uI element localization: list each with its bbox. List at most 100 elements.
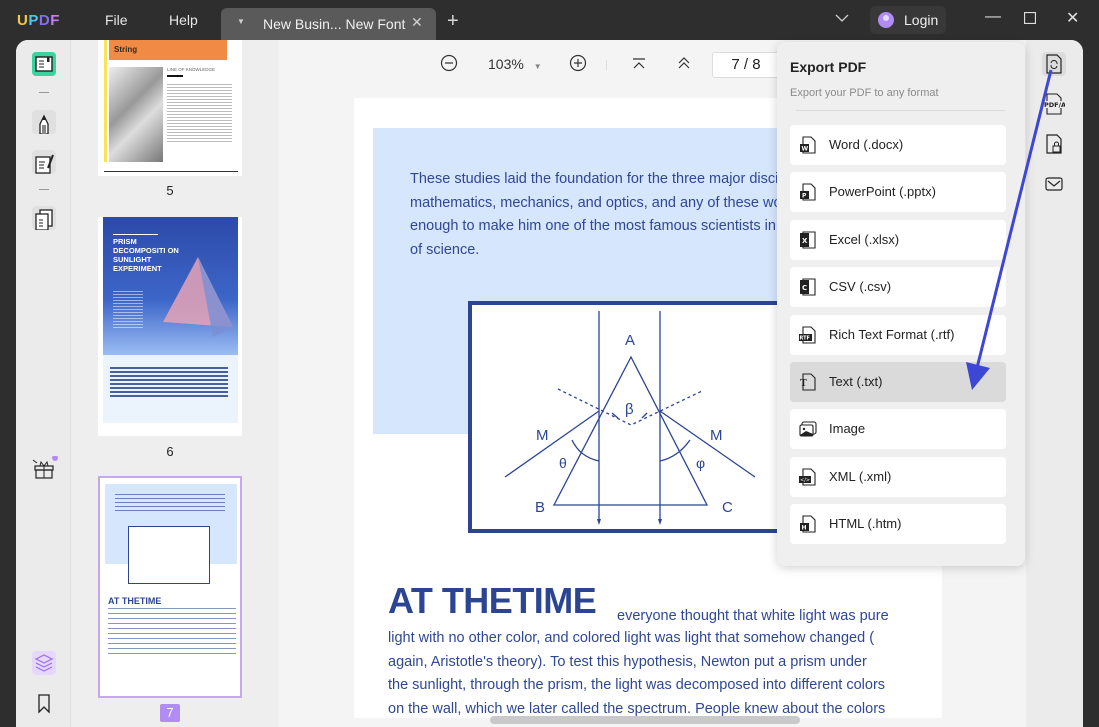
zoom-level-value: 103% — [488, 56, 524, 72]
export-option-text[interactable]: T Text (.txt) — [790, 362, 1006, 402]
export-option-label: XML (.xml) — [829, 468, 892, 484]
organize-pages-icon[interactable] — [32, 206, 56, 231]
paragraph-body: light with no other color, and colored l… — [388, 627, 942, 718]
layers-icon[interactable] — [32, 651, 56, 675]
thumb-heading: AT THETIME — [108, 596, 162, 606]
export-option-label: HTML (.htm) — [829, 516, 902, 532]
pdfa-text: PDF/A — [1044, 101, 1065, 109]
minimize-button[interactable]: — — [985, 8, 1001, 26]
zoom-level-select[interactable]: 103% ▼ — [488, 56, 542, 72]
document-tab[interactable]: ▼ New Busin... New Font ✕ — [221, 8, 436, 40]
csv-icon: C — [800, 278, 816, 296]
right-toolbar: PDF/A — [1026, 40, 1083, 727]
updf-logo: UPDF — [17, 12, 60, 29]
html-icon: H — [800, 515, 816, 533]
logo-letter: U — [17, 12, 29, 29]
export-option-html[interactable]: H HTML (.htm) — [790, 504, 1006, 545]
login-button[interactable]: Login — [870, 6, 946, 34]
svg-text:T: T — [800, 379, 807, 389]
export-option-label: CSV (.csv) — [829, 279, 892, 295]
close-window-button[interactable]: ✕ — [1066, 8, 1079, 28]
thumbnail-page-5[interactable]: String LINE OF KNOWLEDGE — [98, 40, 242, 176]
bookmark-icon[interactable] — [32, 692, 56, 716]
tab-title: New Busin... New Font — [263, 16, 406, 32]
svg-text:X: X — [802, 237, 808, 245]
horizontal-scrollbar[interactable] — [490, 716, 800, 724]
export-pdf-icon[interactable] — [1042, 52, 1066, 76]
menu-help[interactable]: Help — [169, 12, 198, 28]
word-icon: W — [800, 136, 816, 154]
excel-icon: X — [800, 231, 816, 249]
export-option-label: PowerPoint (.pptx) — [829, 184, 936, 200]
title-bar: UPDF File Help ▼ New Busin... New Font ✕… — [0, 0, 1099, 40]
export-option-label: Rich Text Format (.rtf) — [829, 326, 955, 342]
gift-icon[interactable] — [32, 455, 58, 480]
login-label: Login — [904, 12, 939, 28]
reader-icon[interactable] — [32, 52, 56, 76]
logo-letter: P — [28, 12, 39, 29]
chevron-down-icon[interactable] — [835, 10, 849, 26]
export-option-label: Word (.docx) — [829, 137, 904, 152]
text-line: on the wall, which we later called the s… — [388, 700, 886, 717]
export-option-label: Excel (.xlsx) — [829, 231, 900, 247]
text-line: light with no other color, and colored l… — [388, 630, 875, 646]
zoom-out-icon[interactable] — [440, 54, 458, 76]
thumbnail-panel[interactable]: String LINE OF KNOWLEDGE 5 PRISM DECOMPO… — [72, 40, 277, 727]
export-option-rtf[interactable]: RTF Rich Text Format (.rtf) — [790, 314, 1006, 355]
xml-icon: </> — [799, 468, 816, 486]
svg-text:C: C — [802, 284, 807, 292]
text-line: the sunlight, through the prism, the lig… — [388, 677, 886, 693]
tab-close-icon[interactable]: ✕ — [411, 14, 423, 31]
protect-pdf-icon[interactable] — [1042, 132, 1066, 156]
page-number-5: 5 — [166, 183, 174, 198]
label-m-right: M — [710, 427, 723, 444]
edit-text-icon[interactable] — [32, 150, 56, 174]
export-option-powerpoint[interactable]: P PowerPoint (.pptx) — [790, 172, 1006, 213]
email-icon[interactable] — [1042, 172, 1066, 196]
export-option-word[interactable]: W Word (.docx) — [790, 125, 1006, 165]
page-number-6: 6 — [166, 444, 174, 459]
section-heading: AT THETIME — [388, 580, 597, 621]
first-page-icon[interactable] — [632, 57, 646, 74]
svg-text:H: H — [802, 525, 807, 532]
svg-text:</>: </> — [800, 477, 810, 483]
logo-letter: D — [38, 12, 51, 29]
highlighter-icon[interactable] — [32, 110, 56, 135]
menu-file[interactable]: File — [105, 12, 128, 28]
export-pdf-panel: Export PDF Export your PDF to any format… — [777, 42, 1025, 566]
pdf-a-icon[interactable]: PDF/A — [1042, 92, 1066, 116]
export-option-image[interactable]: Image — [790, 409, 1006, 450]
export-option-csv[interactable]: C CSV (.csv) — [790, 267, 1006, 308]
left-toolbar — [16, 40, 71, 727]
label-a: A — [625, 332, 636, 349]
tab-dropdown-icon[interactable]: ▼ — [237, 17, 245, 26]
page-number-input[interactable]: 7 / 8 — [712, 52, 780, 78]
thumbnail-page-7[interactable]: AT THETIME — [98, 476, 242, 698]
label-phi: φ — [696, 455, 706, 471]
panel-title: Export PDF — [790, 59, 867, 75]
zoom-dropdown-icon: ▼ — [533, 62, 542, 71]
new-tab-button[interactable]: + — [447, 10, 459, 33]
panel-divider — [796, 110, 1006, 111]
logo-letter: F — [50, 12, 60, 29]
rtf-icon: RTF — [799, 326, 816, 344]
maximize-button[interactable] — [1023, 11, 1037, 29]
toolbar-divider — [39, 92, 49, 93]
text-icon: T — [800, 373, 816, 391]
thumbnail-page-6[interactable]: PRISM DECOMPOSITI ON SUNLIGHT EXPERIMENT — [98, 217, 242, 436]
previous-page-icon[interactable] — [677, 56, 691, 74]
zoom-in-icon[interactable] — [569, 54, 587, 76]
label-m-left: M — [536, 427, 549, 444]
thumb-heading: String — [114, 45, 138, 54]
export-option-label: Text (.txt) — [829, 374, 883, 389]
export-option-excel[interactable]: X Excel (.xlsx) — [790, 219, 1006, 260]
text-line: again, Aristotle's theory). To test this… — [388, 653, 867, 670]
thumb-heading: PRISM DECOMPOSITI ON SUNLIGHT EXPERIMENT — [113, 237, 179, 273]
page-number-7-active: 7 — [160, 704, 180, 722]
label-theta: θ — [559, 455, 567, 471]
svg-text:RTF: RTF — [800, 335, 810, 341]
export-option-xml[interactable]: </> XML (.xml) — [790, 456, 1006, 497]
powerpoint-icon: P — [800, 183, 816, 201]
svg-text:P: P — [802, 193, 807, 200]
label-beta: β — [625, 401, 634, 418]
